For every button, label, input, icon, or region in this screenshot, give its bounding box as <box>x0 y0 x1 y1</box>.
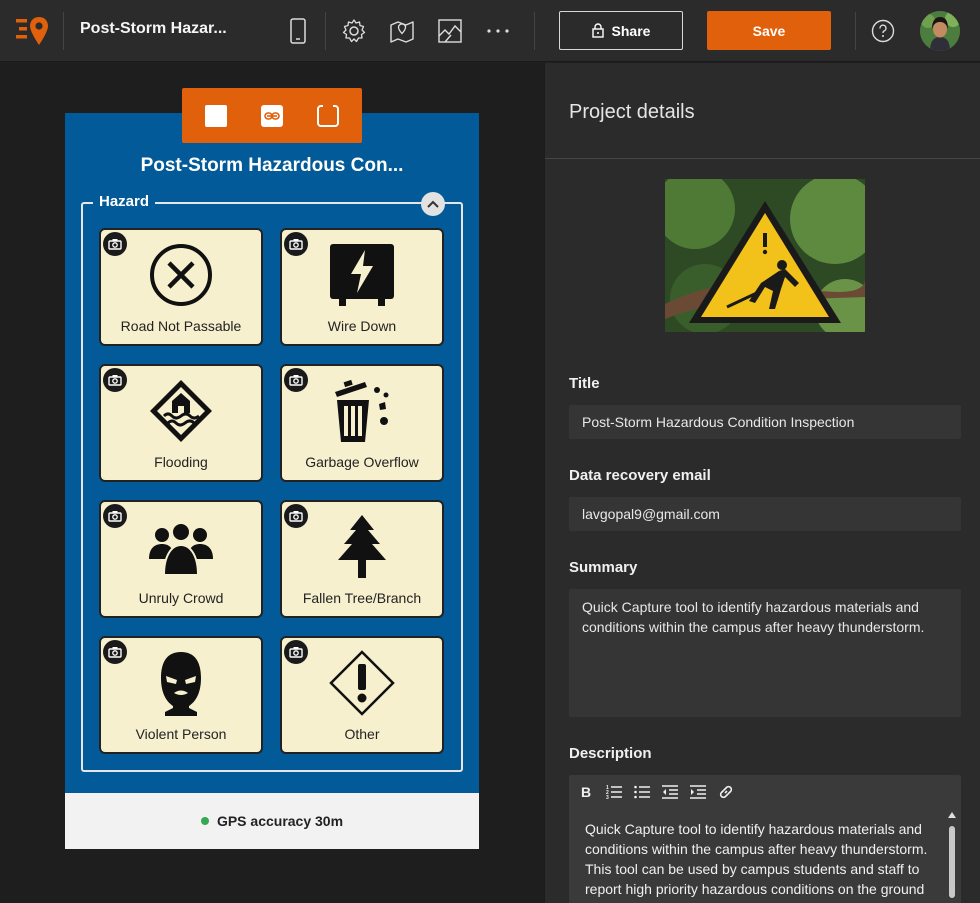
mobile-preview-icon[interactable] <box>284 16 312 46</box>
camera-icon[interactable] <box>103 640 127 664</box>
project-title: Post-Storm Hazardous Con... <box>140 155 404 176</box>
gps-status-dot <box>200 817 209 825</box>
group-label: Hazard <box>93 193 156 210</box>
description-editor[interactable]: Quick Capture tool to identify hazardous… <box>569 808 961 903</box>
gps-accuracy-text: GPS accuracy 30m <box>216 813 344 829</box>
save-button[interactable]: Save <box>707 11 831 50</box>
crowd-icon <box>148 514 214 580</box>
tile-fallen-tree[interactable]: Fallen Tree/Branch <box>280 500 444 618</box>
no-entry-icon <box>148 242 214 308</box>
group-divider <box>161 202 413 204</box>
tile-unruly-crowd[interactable]: Unruly Crowd <box>99 500 263 618</box>
outdent-icon[interactable] <box>661 783 679 801</box>
tile-label: Road Not Passable <box>120 318 242 334</box>
tile-label: Flooding <box>154 454 208 470</box>
divider <box>545 158 980 159</box>
tile-other[interactable]: Other <box>280 636 444 754</box>
description-label: Description <box>569 745 652 762</box>
tile-violent-person[interactable]: Violent Person <box>99 636 263 754</box>
tile-road-not-passable[interactable]: Road Not Passable <box>99 228 263 346</box>
tile-label: Fallen Tree/Branch <box>302 590 422 606</box>
settings-icon[interactable] <box>340 16 368 46</box>
more-icon[interactable] <box>484 16 512 46</box>
lock-icon <box>591 23 604 38</box>
email-input[interactable]: lavgopal9@gmail.com <box>569 497 961 531</box>
top-bar: Post-Storm Hazar... Share Save <box>0 0 980 62</box>
link-icon[interactable] <box>259 103 285 129</box>
panel-heading: Project details <box>569 101 695 123</box>
divider <box>534 12 535 50</box>
layout-icon[interactable] <box>436 16 464 46</box>
gps-status-bar: GPS accuracy 30m <box>65 793 479 849</box>
camera-icon[interactable] <box>284 232 308 256</box>
tile-label: Wire Down <box>327 318 397 334</box>
title-input[interactable]: Post-Storm Hazardous Condition Inspectio… <box>569 405 961 439</box>
tile-label: Violent Person <box>135 726 227 742</box>
app-title: Post-Storm Hazar... <box>80 20 227 37</box>
electric-box-icon <box>329 242 395 308</box>
flood-icon <box>148 378 214 444</box>
logo-icon[interactable] <box>14 15 50 47</box>
rich-text-toolbar: B 123 <box>569 775 961 808</box>
share-button[interactable]: Share <box>559 11 683 50</box>
bold-icon[interactable]: B <box>577 783 595 801</box>
tile-flooding[interactable]: Flooding <box>99 364 263 482</box>
help-icon[interactable] <box>871 19 895 43</box>
divider <box>63 12 64 50</box>
description-scrollbar[interactable] <box>945 808 959 903</box>
project-thumbnail[interactable] <box>665 179 865 332</box>
camera-icon[interactable] <box>103 368 127 392</box>
tree-icon <box>329 514 395 580</box>
camera-icon[interactable] <box>284 368 308 392</box>
tile-label: Unruly Crowd <box>138 590 224 606</box>
numbered-list-icon[interactable]: 123 <box>605 783 623 801</box>
email-label: Data recovery email <box>569 467 711 484</box>
divider <box>325 12 326 50</box>
scrollbar-thumb[interactable] <box>949 826 955 898</box>
divider <box>855 12 856 50</box>
warning-diamond-icon <box>329 650 395 716</box>
tile-wire-down[interactable]: Wire Down <box>280 228 444 346</box>
chevron-up-icon <box>427 200 439 208</box>
avatar[interactable] <box>920 11 960 51</box>
masked-person-icon <box>148 650 214 716</box>
map-icon[interactable] <box>388 16 416 46</box>
summary-textarea[interactable]: Quick Capture tool to identify hazardous… <box>569 589 961 717</box>
frame-icon[interactable] <box>315 103 341 129</box>
hazard-group: Hazard Road Not Passable Wire Down Flood… <box>81 192 463 772</box>
share-label: Share <box>611 22 651 39</box>
phone-preview: Post-Storm Hazardous Con... Hazard Road … <box>65 113 479 849</box>
summary-label: Summary <box>569 559 638 576</box>
project-details-panel: Project details Title Post-Storm Hazardo… <box>544 63 980 903</box>
title-label: Title <box>569 375 600 392</box>
tile-label: Garbage Overflow <box>305 454 419 470</box>
tile-label: Other <box>344 726 380 742</box>
collapse-button[interactable] <box>421 192 445 216</box>
bullet-list-icon[interactable] <box>633 783 651 801</box>
tile-garbage-overflow[interactable]: Garbage Overflow <box>280 364 444 482</box>
camera-icon[interactable] <box>284 504 308 528</box>
square-icon[interactable] <box>203 103 229 129</box>
camera-icon[interactable] <box>284 640 308 664</box>
link-icon[interactable] <box>717 783 735 801</box>
svg-text:3: 3 <box>606 795 609 800</box>
scroll-up-icon[interactable] <box>948 812 956 818</box>
camera-icon[interactable] <box>103 232 127 256</box>
trash-icon <box>329 378 395 444</box>
indent-icon[interactable] <box>689 783 707 801</box>
camera-icon[interactable] <box>103 504 127 528</box>
preview-toolbar <box>182 88 362 143</box>
preview-canvas: Post-Storm Hazardous Con... Hazard Road … <box>0 63 544 903</box>
